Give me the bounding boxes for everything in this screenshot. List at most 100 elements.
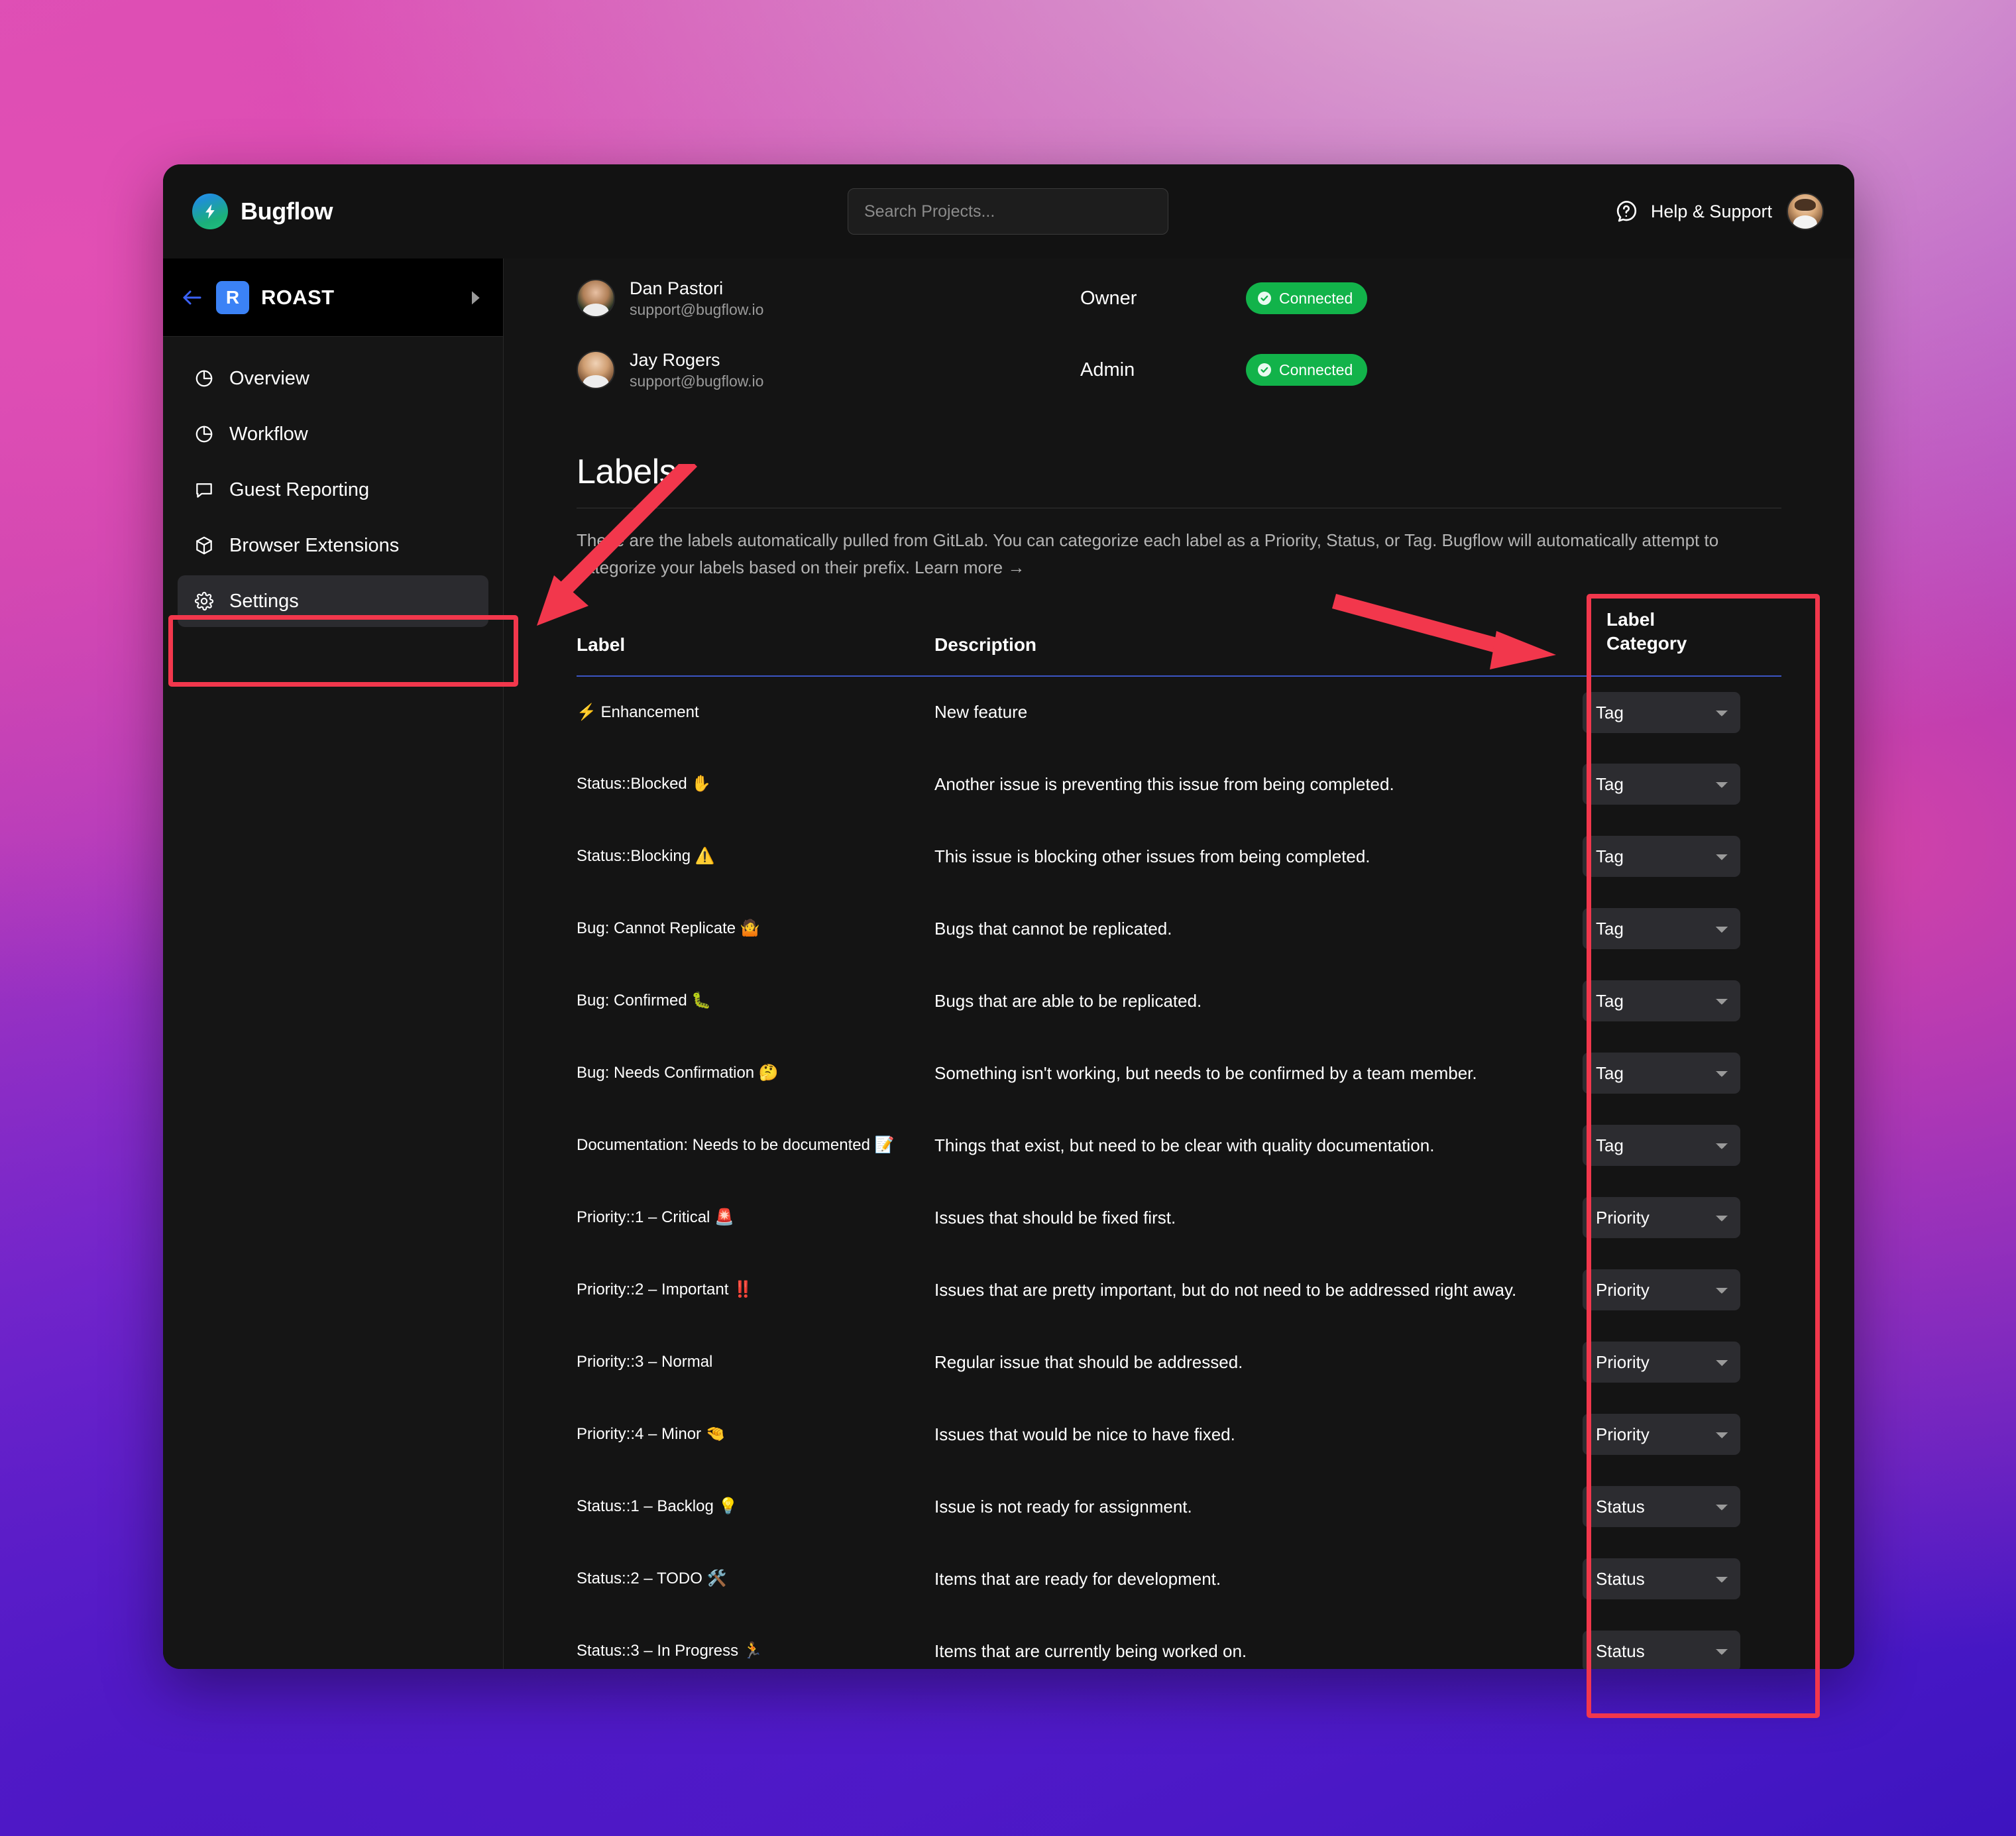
sidebar-item-settings[interactable]: Settings	[178, 575, 488, 627]
label-category-cell: TagPriorityStatus	[1583, 1615, 1781, 1669]
table-row: Status::2 – TODO 🛠️ Items that are ready …	[577, 1543, 1781, 1615]
status-badge-label: Connected	[1279, 289, 1353, 307]
label-category-cell: TagPriorityStatus	[1583, 1471, 1781, 1543]
label-category-cell: TagPriorityStatus	[1583, 1399, 1781, 1471]
sidebar-item-workflow[interactable]: Workflow	[178, 408, 488, 460]
member-name: Jay Rogers	[630, 349, 720, 370]
sidebar-item-label: Workflow	[229, 423, 308, 445]
label-category-cell: TagPriorityStatus	[1583, 748, 1781, 821]
section-description: These are the labels automatically pulle…	[577, 530, 1719, 578]
label-category-select[interactable]: TagPriorityStatus	[1583, 908, 1740, 950]
label-description-cell: Issues that should be fixed first.	[934, 1207, 1176, 1228]
project-badge: R	[216, 280, 249, 314]
label-category-select[interactable]: TagPriorityStatus	[1583, 1558, 1740, 1600]
label-description-cell: Bugs that cannot be replicated.	[934, 918, 1172, 939]
table-header-row: Label Description Label Category	[577, 608, 1781, 677]
question-bubble-icon	[1613, 198, 1640, 225]
table-row: Status::Blocking ⚠️ This issue is blockin…	[577, 821, 1781, 893]
label-category-select[interactable]: TagPriorityStatus	[1583, 1631, 1740, 1669]
status-badge-label: Connected	[1279, 361, 1353, 378]
brand: Bugflow	[192, 194, 524, 229]
label-description-cell: Regular issue that should be addressed.	[934, 1351, 1243, 1372]
member-row: Dan Pastori support@bugflow.io Owner Con…	[577, 262, 1781, 334]
label-category-select[interactable]: TagPriorityStatus	[1583, 1342, 1740, 1383]
label-description-cell: Items that are ready for development.	[934, 1568, 1221, 1589]
label-name-cell: ⚡ Enhancement	[577, 703, 699, 721]
label-name-cell: Priority::4 – Minor 🤏	[577, 1425, 726, 1444]
member-role: Admin	[1080, 359, 1135, 380]
sidebar-item-overview[interactable]: Overview	[178, 353, 488, 404]
label-category-select[interactable]: TagPriorityStatus	[1583, 691, 1740, 733]
top-bar-right: Help & Support	[1492, 193, 1824, 230]
label-category-select[interactable]: TagPriorityStatus	[1583, 1125, 1740, 1167]
sidebar-item-label: Guest Reporting	[229, 479, 370, 500]
table-row: Bug: Confirmed 🐛 Bugs that are able to be…	[577, 965, 1781, 1037]
table-row: Status::1 – Backlog 💡 Issue is not ready …	[577, 1471, 1781, 1543]
label-category-select[interactable]: TagPriorityStatus	[1583, 1053, 1740, 1094]
table-row: Priority::2 – Important ‼️ Issues that ar…	[577, 1254, 1781, 1326]
label-name-cell: Status::3 – In Progress 🏃	[577, 1642, 763, 1660]
label-category-select[interactable]: TagPriorityStatus	[1583, 1197, 1740, 1239]
label-category-select[interactable]: TagPriorityStatus	[1583, 764, 1740, 805]
avatar	[577, 351, 615, 389]
column-header-label-category: Label Category	[1583, 608, 1781, 677]
body: R ROAST Overview Workflow Guest Reportin…	[163, 258, 1854, 1669]
label-category-cell: TagPriorityStatus	[1583, 1543, 1781, 1615]
label-description-cell: Another issue is preventing this issue f…	[934, 774, 1394, 794]
main-content: Dan Pastori support@bugflow.io Owner Con…	[504, 258, 1854, 1669]
label-description-cell: Something isn't working, but needs to be…	[934, 1062, 1477, 1083]
brand-name: Bugflow	[241, 198, 333, 225]
column-header-label: Label	[577, 608, 934, 677]
label-category-cell: TagPriorityStatus	[1583, 1254, 1781, 1326]
search-input[interactable]	[848, 188, 1168, 235]
table-row: Bug: Cannot Replicate 🤷 Bugs that cannot …	[577, 893, 1781, 965]
table-row: Priority::1 – Critical 🚨 Issues that shou…	[577, 1182, 1781, 1254]
table-row: Status::Blocked ✋ Another issue is preven…	[577, 748, 1781, 821]
label-description-cell: This issue is blocking other issues from…	[934, 846, 1371, 866]
label-category-select[interactable]: TagPriorityStatus	[1583, 980, 1740, 1022]
label-category-cell: TagPriorityStatus	[1583, 1326, 1781, 1399]
label-category-select[interactable]: TagPriorityStatus	[1583, 1269, 1740, 1311]
avatar[interactable]	[1787, 193, 1824, 230]
sidebar-item-label: Settings	[229, 590, 299, 612]
table-row: Priority::4 – Minor 🤏 Issues that would b…	[577, 1399, 1781, 1471]
table-row: Bug: Needs Confirmation 🤔 Something isn't…	[577, 1037, 1781, 1110]
label-description-cell: Items that are currently being worked on…	[934, 1640, 1247, 1661]
member-name: Dan Pastori	[630, 278, 724, 298]
label-category-cell: TagPriorityStatus	[1583, 1182, 1781, 1254]
page-title: Labels	[577, 453, 677, 491]
label-name-cell: Priority::1 – Critical 🚨	[577, 1208, 734, 1227]
label-category-select[interactable]: TagPriorityStatus	[1583, 1486, 1740, 1528]
label-name-cell: Priority::3 – Normal	[577, 1353, 713, 1371]
gear-icon	[194, 591, 215, 612]
label-description-cell: Things that exist, but need to be clear …	[934, 1135, 1435, 1155]
sidebar-item-label: Browser Extensions	[229, 534, 400, 556]
member-identity: Dan Pastori support@bugflow.io	[577, 278, 1080, 319]
top-bar: Bugflow Help & Support	[163, 164, 1854, 258]
members-list: Dan Pastori support@bugflow.io Owner Con…	[577, 258, 1781, 406]
status-badge: Connected	[1246, 282, 1368, 314]
sidebar-item-browser-extensions[interactable]: Browser Extensions	[178, 520, 488, 571]
label-name-cell: Documentation: Needs to be documented 📝	[577, 1136, 895, 1155]
package-icon	[194, 535, 215, 556]
project-switcher[interactable]: R ROAST	[163, 258, 503, 337]
chat-bubble-icon	[194, 479, 215, 500]
label-name-cell: Bug: Confirmed 🐛	[577, 992, 712, 1010]
avatar	[577, 279, 615, 317]
member-row: Jay Rogers support@bugflow.io Admin Conn…	[577, 334, 1781, 406]
label-name-cell: Status::Blocking ⚠️	[577, 847, 715, 866]
table-row: Status::3 – In Progress 🏃 Items that are …	[577, 1615, 1781, 1669]
sidebar: R ROAST Overview Workflow Guest Reportin…	[163, 258, 504, 1669]
column-header-line2: Category	[1606, 632, 1687, 654]
label-category-select[interactable]: TagPriorityStatus	[1583, 836, 1740, 878]
help-and-support-link[interactable]: Help & Support	[1613, 198, 1772, 225]
arrow-left-icon[interactable]	[180, 286, 204, 310]
label-description-cell: New feature	[934, 702, 1028, 722]
label-category-select[interactable]: TagPriorityStatus	[1583, 1414, 1740, 1456]
member-email: support@bugflow.io	[630, 300, 764, 318]
sidebar-item-guest-reporting[interactable]: Guest Reporting	[178, 464, 488, 516]
label-category-cell: TagPriorityStatus	[1583, 965, 1781, 1037]
labels-table: Label Description Label Category ⚡ Enhan…	[577, 608, 1781, 1669]
label-name-cell: Status::2 – TODO 🛠️	[577, 1570, 727, 1588]
label-description-cell: Issues that would be nice to have fixed.	[934, 1424, 1235, 1444]
